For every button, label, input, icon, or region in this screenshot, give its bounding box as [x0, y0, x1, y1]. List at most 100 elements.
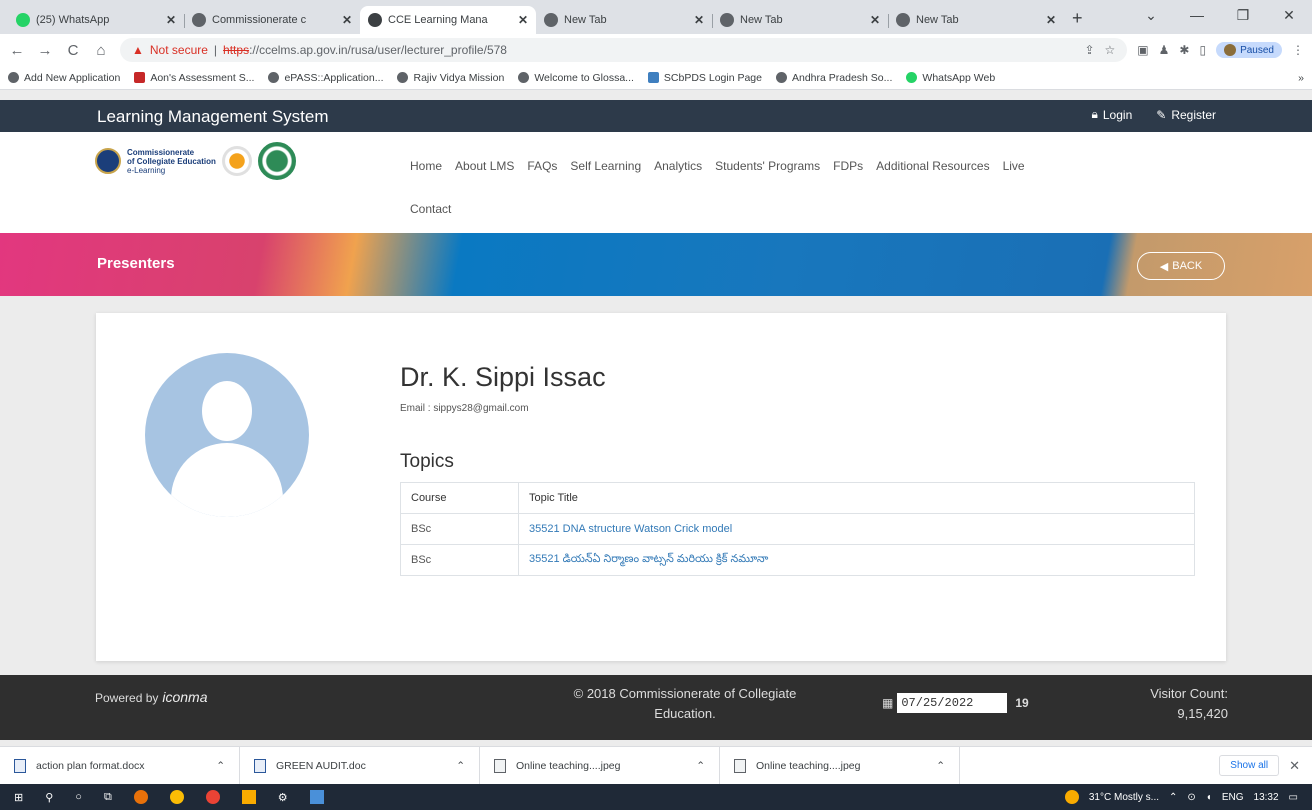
paused-label: Paused [1240, 44, 1274, 56]
bookmark-item[interactable]: Add New Application [8, 72, 120, 84]
windows-start-icon[interactable]: ⊞ [14, 791, 23, 804]
extension-icon[interactable]: ♟ [1159, 43, 1170, 57]
presenter-profile-card: Dr. K. Sippi Issac Email : sippys28@gmai… [96, 313, 1226, 661]
download-item[interactable]: Online teaching....jpeg ⌃ [480, 746, 720, 785]
chrome-icon[interactable] [169, 790, 184, 804]
notification-icon[interactable]: ▭ [1289, 792, 1298, 803]
show-all-button[interactable]: Show all [1219, 755, 1280, 776]
register-link[interactable]: ✎ Register [1156, 107, 1216, 122]
lock-icon: 🔒︎ [1091, 107, 1098, 121]
nav-students-programs[interactable]: Students' Programs [715, 159, 820, 173]
login-link[interactable]: 🔒︎ Login [1091, 107, 1132, 122]
tab-close-icon[interactable]: ✕ [166, 13, 176, 27]
nav-contact[interactable]: Contact [410, 202, 451, 216]
opera-icon[interactable] [205, 790, 220, 804]
address-bar[interactable]: ▲ Not secure | https://ccelms.ap.gov.in/… [120, 38, 1128, 62]
firefox-icon[interactable] [133, 790, 148, 804]
kebab-menu-icon[interactable]: ⋮ [1292, 43, 1304, 57]
language-indicator[interactable]: ENG [1222, 792, 1244, 803]
site-footer: Powered by iconma © 2018 Commissionerate… [0, 675, 1312, 740]
edit-icon: ✎ [1156, 107, 1167, 122]
bookmark-item[interactable]: ePASS::Application... [268, 72, 383, 84]
bookmarks-overflow-button[interactable]: » [1298, 72, 1304, 84]
nav-faqs[interactable]: FAQs [527, 159, 557, 173]
bookmark-item[interactable]: Andhra Pradesh So... [776, 72, 892, 84]
settings-gear-icon[interactable]: ⚙ [278, 791, 288, 804]
nav-about-lms[interactable]: About LMS [455, 159, 514, 173]
tab-close-icon[interactable]: ✕ [518, 13, 528, 27]
browser-tab-whatsapp[interactable]: (25) WhatsApp ✕ [8, 6, 184, 34]
not-secure-label[interactable]: Not secure [150, 43, 208, 57]
bookmark-item[interactable]: Welcome to Glossa... [518, 72, 634, 84]
puzzle-icon[interactable]: ✱ [1179, 43, 1189, 57]
side-panel-icon[interactable]: ▯ [1199, 43, 1206, 57]
chevron-up-icon[interactable]: ⌃ [1169, 792, 1177, 803]
close-window-button[interactable]: ✕ [1266, 7, 1312, 24]
site-top-bar: Learning Management System 🔒︎ Login ✎ Regi… [0, 100, 1312, 132]
browser-tab-new-1[interactable]: New Tab ✕ [536, 6, 712, 34]
topic-link[interactable]: 35521 డియన్ఏ నిర్మాణం వాట్సన్ మరియు క్రి… [518, 544, 1195, 576]
bookmark-item[interactable]: WhatsApp Web [906, 72, 995, 84]
clock[interactable]: 13:32 [1254, 792, 1279, 803]
site-logo[interactable]: Commissionerate of Collegiate Education … [95, 142, 296, 180]
back-button[interactable]: ◀ BACK [1137, 252, 1225, 280]
restore-button[interactable]: ❐ [1220, 7, 1266, 24]
chevron-up-icon[interactable]: ⌃ [216, 760, 225, 772]
cortana-icon[interactable]: ○ [75, 791, 82, 803]
download-item[interactable]: Online teaching....jpeg ⌃ [720, 746, 960, 785]
close-download-shelf-icon[interactable]: ✕ [1289, 758, 1300, 774]
nav-fdps[interactable]: FDPs [833, 159, 863, 173]
app-icon[interactable] [309, 790, 324, 804]
chevron-up-icon[interactable]: ⌃ [696, 760, 705, 772]
minimize-button[interactable]: — [1174, 7, 1220, 23]
home-icon[interactable]: ⌂ [92, 42, 110, 59]
download-filename: Online teaching....jpeg [756, 759, 861, 772]
extension-icon[interactable]: ▣ [1137, 43, 1148, 57]
date-field[interactable]: 07/25/2022 [897, 693, 1008, 713]
tab-close-icon[interactable]: ✕ [694, 13, 704, 27]
download-item[interactable]: GREEN AUDIT.doc ⌃ [240, 746, 480, 785]
weather-text[interactable]: 31°C Mostly s... [1089, 792, 1159, 803]
forward-arrow-icon[interactable]: → [36, 42, 54, 59]
topic-link[interactable]: 35521 DNA structure Watson Crick model [518, 513, 1195, 545]
nav-additional-resources[interactable]: Additional Resources [876, 159, 989, 173]
download-filename: action plan format.docx [36, 759, 145, 772]
chevron-up-icon[interactable]: ⌃ [456, 760, 465, 772]
nav-live[interactable]: Live [1003, 159, 1025, 173]
speaker-icon[interactable]: ◖ [1206, 792, 1212, 803]
tab-close-icon[interactable]: ✕ [342, 13, 352, 27]
nav-self-learning[interactable]: Self Learning [570, 159, 641, 173]
search-icon[interactable]: ⚲ [45, 791, 53, 804]
browser-tab-cce-lms[interactable]: CCE Learning Mana ✕ [360, 6, 536, 34]
task-view-icon[interactable]: ⧉ [104, 791, 112, 804]
reload-icon[interactable]: C [64, 42, 82, 59]
nav-analytics[interactable]: Analytics [654, 159, 702, 173]
site-brand[interactable]: Learning Management System [97, 107, 329, 127]
tab-close-icon[interactable]: ✕ [870, 13, 880, 27]
bookmark-item[interactable]: Aon's Assessment S... [134, 72, 254, 84]
iconma-logo[interactable]: iconma [162, 689, 207, 705]
bookmark-star-icon[interactable]: ☆ [1105, 43, 1116, 57]
globe-icon [397, 72, 409, 83]
browser-tab-commissionerate[interactable]: Commissionerate c ✕ [184, 6, 360, 34]
bookmark-item[interactable]: SCbPDS Login Page [647, 72, 762, 84]
browser-tab-new-3[interactable]: New Tab ✕ [888, 6, 1064, 34]
nav-home[interactable]: Home [410, 159, 442, 173]
bookmark-item[interactable]: Rajiv Vidya Mission [397, 72, 504, 84]
chevron-up-icon[interactable]: ⌃ [936, 760, 945, 772]
browser-toolbar: ← → C ⌂ ▲ Not secure | https://ccelms.ap… [0, 34, 1312, 66]
tab-close-icon[interactable]: ✕ [1046, 13, 1056, 27]
download-item[interactable]: action plan format.docx ⌃ [0, 746, 240, 785]
globe-icon [518, 72, 530, 83]
table-row: BSc 35521 డియన్ఏ నిర్మాణం వాట్సన్ మరియు … [400, 544, 1195, 576]
browser-tab-new-2[interactable]: New Tab ✕ [712, 6, 888, 34]
network-icon[interactable]: ⊙ [1187, 792, 1195, 803]
share-icon[interactable]: ⇪ [1084, 43, 1094, 57]
file-explorer-icon[interactable] [241, 790, 256, 804]
download-filename: GREEN AUDIT.doc [276, 759, 366, 772]
tab-search-icon[interactable]: ⌄ [1128, 7, 1174, 24]
back-arrow-icon[interactable]: ← [8, 42, 26, 59]
auth-links: 🔒︎ Login ✎ Register [1091, 107, 1216, 122]
new-tab-button[interactable]: + [1072, 8, 1083, 29]
profile-paused-button[interactable]: Paused [1216, 42, 1282, 58]
